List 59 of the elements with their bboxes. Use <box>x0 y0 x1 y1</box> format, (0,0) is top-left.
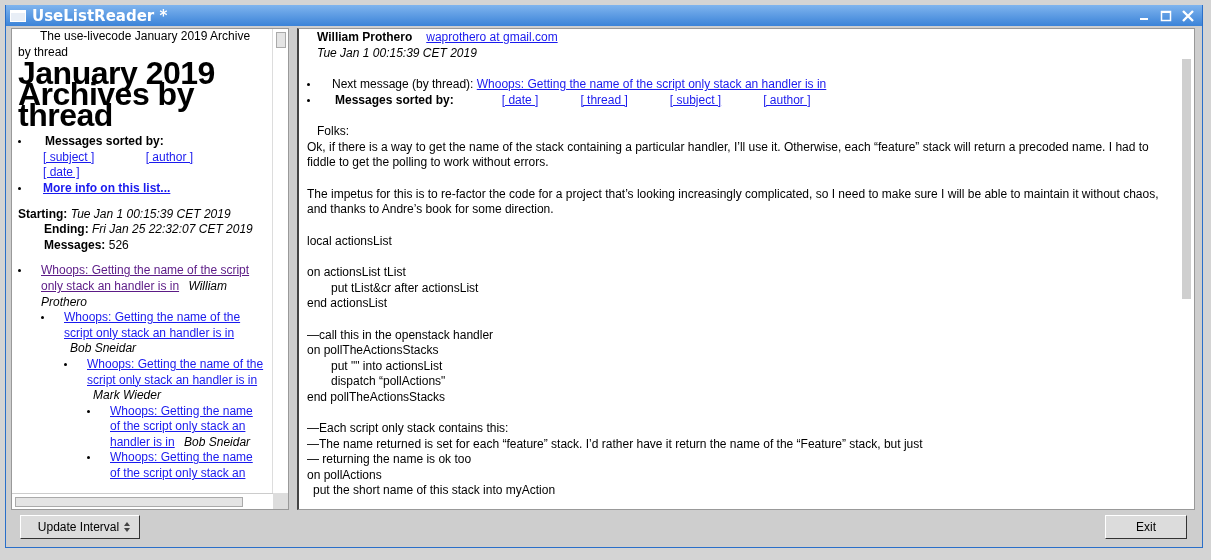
bullet-icon <box>87 409 90 413</box>
sort-link[interactable]: [ thread ] <box>580 92 628 107</box>
message-text: end pollTheActionsStacks <box>307 389 447 405</box>
bullet-icon <box>307 98 310 102</box>
bullet-icon <box>18 140 21 144</box>
bullet-icon <box>64 362 67 366</box>
message-text: dispatch “pollActions" <box>330 374 447 390</box>
stat-line: Ending: Fri Jan 25 22:32:07 CET 2019 <box>44 222 254 238</box>
message-text: end actionsList <box>307 296 389 312</box>
message-text: Ok, if there is a way to get the name of the stack containing a particular handler, I’ll use it. Otherwise, each “feature” stack will return a precoded name. I had to fiddle to get the polling to work without errors. <box>307 139 1150 171</box>
thread-entry[interactable]: Whoops: Getting the name of the script only stack an handler is in Mark Wieder <box>87 356 264 404</box>
message-text: on pollTheActionsStacks <box>307 343 440 359</box>
message-text: —The name returned is set for each “feature” stack. I’d rather have it return the name of the “Feature” stack, but just <box>307 436 924 452</box>
bullet-icon <box>18 186 21 190</box>
thread-entry[interactable]: Whoops: Getting the name of the script only stack an handler is in Bob Sneidar <box>64 310 264 357</box>
info-link[interactable]: More info on this list... <box>43 180 171 195</box>
sort-link[interactable]: [ subject ] <box>43 149 95 164</box>
sort-link[interactable]: [ author ] <box>763 92 811 107</box>
message-text: The impetus for this is to re-factor the code for a project that’s looking increasingly complicated, so I need to make sure I will be able to maintain it without chaos, and thanks to Andre’s book for some direction. <box>307 186 1160 218</box>
bullet-icon <box>87 456 90 460</box>
sort-link[interactable]: [ author ] <box>145 149 194 164</box>
window-icon <box>10 9 26 22</box>
scrollbar[interactable] <box>12 493 273 509</box>
message-text: Folks: <box>317 124 350 140</box>
message-text: local actionsList <box>307 233 393 249</box>
sort-link[interactable]: [ date ] <box>43 165 80 180</box>
next-message-link[interactable]: Whoops: Getting the name of the script only stack an handler is in <box>476 77 827 91</box>
sort-label: Messages sorted by: <box>335 92 454 107</box>
next-label: Next message (by thread): <box>332 77 474 91</box>
email-link[interactable]: waprothero at gmail.com <box>426 30 558 44</box>
thread-entry[interactable]: Whoops: Getting the name of the script only stack an <box>110 450 264 482</box>
message-text: put the short name of this stack into myAction <box>312 483 557 499</box>
scrollbar-corner <box>273 493 288 509</box>
message-text: —call this in the openstack handler <box>307 327 495 343</box>
stat-line: Starting: Tue Jan 1 00:15:39 CET 2019 <box>18 206 232 223</box>
sort-label: Messages sorted by: <box>45 134 164 149</box>
sort-link[interactable]: [ subject ] <box>669 92 722 107</box>
message-text: on pollActions <box>307 467 383 483</box>
message-text: put "" into actionsList <box>330 358 444 374</box>
bullet-icon <box>307 83 310 86</box>
scrollbar[interactable] <box>272 29 288 493</box>
sort-link[interactable]: [ date ] <box>501 92 539 107</box>
message-date: Tue Jan 1 00:15:39 CET 2019 <box>317 45 478 61</box>
thread-entry[interactable]: Whoops: Getting the name of the script only stack an handler is in Bob Sneidar <box>110 403 264 451</box>
sender-name: William Prothero <box>317 30 413 44</box>
window-title: UseListReader * <box>32 6 169 25</box>
message-text: put tList&cr after actionsList <box>330 280 480 296</box>
message-text: on actionsList tList <box>307 265 407 281</box>
message-text: — returning the name is ok too <box>307 452 473 468</box>
archive-heading: January 2019 Archives by thread <box>18 63 216 130</box>
bullet-icon <box>41 316 44 320</box>
message-text: —Each script only stack contains this: <box>307 421 510 437</box>
thread-entry[interactable]: Whoops: Getting the name of the script only stack an handler is in William Prothero <box>41 263 264 311</box>
exit-button[interactable]: Exit <box>1105 515 1187 539</box>
spinner-icon <box>122 520 133 534</box>
update-interval-button[interactable]: Update Interval <box>20 515 140 539</box>
intro-text: The use-livecode January 2019 Archive by thread <box>18 29 252 61</box>
bullet-icon <box>18 269 21 273</box>
stat-line: Messages: 526 <box>44 237 130 254</box>
